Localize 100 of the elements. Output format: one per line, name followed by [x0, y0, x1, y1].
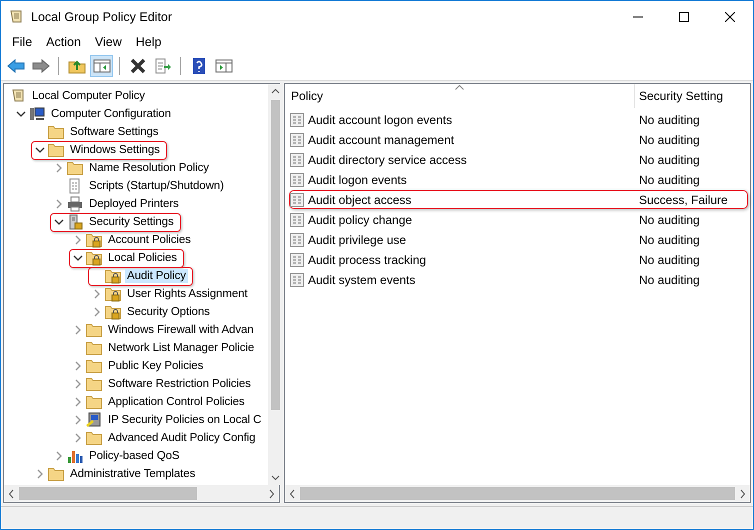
- tree-item[interactable]: Application Control Policies: [69, 392, 252, 412]
- policy-icon: [290, 192, 304, 206]
- policy-name: Audit logon events: [308, 172, 407, 186]
- security-setting: No auditing: [639, 212, 700, 226]
- locked-folder-icon: [105, 286, 121, 302]
- tree-item[interactable]: Policy-based QoS: [50, 446, 186, 466]
- tree-item[interactable]: Scripts (Startup/Shutdown): [50, 176, 231, 196]
- policy-name: Audit policy change: [308, 212, 412, 226]
- tree-item[interactable]: Security Options: [88, 302, 217, 322]
- tree-item[interactable]: User Rights Assignment: [88, 284, 255, 304]
- column-header[interactable]: Security Setting: [635, 84, 750, 108]
- tree-item[interactable]: Administrative Templates: [31, 464, 202, 484]
- tree-item[interactable]: Software Settings: [31, 122, 166, 142]
- policy-name: Audit directory service access: [308, 152, 467, 166]
- tree-item[interactable]: Local Policies: [69, 248, 184, 268]
- folder-icon: [48, 143, 64, 157]
- expanded-chevron-icon[interactable]: [16, 109, 26, 119]
- scroll-icon: [10, 88, 26, 104]
- policy-row[interactable]: Audit account logon events No auditing: [289, 110, 748, 129]
- folder-icon: [86, 395, 102, 409]
- collapsed-chevron-icon[interactable]: [54, 163, 64, 173]
- tree-item[interactable]: Name Resolution Policy: [50, 158, 216, 178]
- menu-item[interactable]: Help: [128, 35, 168, 49]
- maximize-icon: [679, 12, 689, 22]
- tree-item[interactable]: Windows Firewall with Advan: [69, 320, 261, 340]
- policy-name: Audit system events: [308, 272, 416, 286]
- policy-name: Audit privilege use: [308, 232, 406, 246]
- scroll-thumb[interactable]: [300, 487, 735, 500]
- tree-item[interactable]: Security Settings: [50, 212, 181, 232]
- printer-icon: [67, 196, 83, 212]
- tree-item[interactable]: Local Computer Policy: [9, 86, 152, 106]
- policy-icon: [290, 132, 304, 146]
- server-lock-icon: [67, 214, 83, 230]
- security-setting: No auditing: [639, 152, 700, 166]
- monitor-key-icon: [86, 412, 102, 428]
- policy-row[interactable]: Audit object access Success, Failure: [289, 190, 748, 209]
- policy-icon: [290, 152, 304, 166]
- security-setting: Success, Failure: [639, 192, 728, 206]
- folder-icon: [86, 377, 102, 391]
- collapsed-chevron-icon[interactable]: [73, 235, 83, 245]
- security-setting: No auditing: [639, 112, 700, 126]
- locked-folder-icon: [86, 250, 102, 266]
- policy-icon: [290, 212, 304, 226]
- tree-item[interactable]: Audit Policy: [88, 266, 193, 286]
- scroll-icon: [8, 8, 24, 24]
- expanded-chevron-icon[interactable]: [54, 217, 64, 227]
- folder-icon: [48, 125, 64, 139]
- folder-icon: [67, 161, 83, 175]
- collapsed-chevron-icon[interactable]: [54, 199, 64, 209]
- policy-row[interactable]: Audit logon events No auditing: [289, 170, 748, 189]
- folder-icon: [86, 341, 102, 355]
- horizontal-scrollbar[interactable]: [4, 485, 279, 502]
- policy-name: Audit account management: [308, 132, 454, 146]
- expanded-chevron-icon[interactable]: [73, 253, 83, 263]
- security-setting: No auditing: [639, 272, 700, 286]
- tree-item[interactable]: Windows Settings: [31, 140, 167, 160]
- policy-row[interactable]: Audit process tracking No auditing: [289, 250, 748, 269]
- horizontal-scrollbar[interactable]: [285, 485, 750, 502]
- bar-chart-icon: [67, 448, 83, 464]
- locked-folder-icon: [105, 304, 121, 320]
- tree-item[interactable]: Software Restriction Policies: [69, 374, 258, 394]
- security-setting: No auditing: [639, 232, 700, 246]
- security-setting: No auditing: [639, 132, 700, 146]
- column-header[interactable]: Policy: [285, 84, 635, 108]
- policy-row[interactable]: Audit privilege use No auditing: [289, 230, 748, 249]
- policy-icon: [290, 172, 304, 186]
- policy-icon: [290, 272, 304, 286]
- tree-item[interactable]: IP Security Policies on Local C: [69, 410, 268, 430]
- policy-name: Audit account logon events: [308, 112, 452, 126]
- folder-icon: [48, 467, 64, 481]
- scroll-thumb[interactable]: [271, 100, 280, 410]
- policy-row[interactable]: Audit account management No auditing: [289, 130, 748, 149]
- policy-row[interactable]: Audit policy change No auditing: [289, 210, 748, 229]
- policy-name: Audit process tracking: [308, 252, 426, 266]
- menu-item[interactable]: File: [5, 35, 40, 49]
- locked-folder-icon: [105, 268, 121, 284]
- folder-icon: [86, 431, 102, 445]
- window-title: Local Group Policy Editor: [31, 10, 172, 24]
- policy-icon: [290, 232, 304, 246]
- tree-item[interactable]: Network List Manager Policie: [69, 338, 262, 358]
- policy-name: Audit object access: [308, 192, 412, 206]
- policy-icon: [290, 252, 304, 266]
- show-tree-button[interactable]: [90, 55, 113, 77]
- tree-item[interactable]: Advanced Audit Policy Config: [69, 428, 262, 448]
- scroll-thumb[interactable]: [19, 487, 197, 500]
- locked-folder-icon: [86, 232, 102, 248]
- menu-item[interactable]: View: [88, 35, 129, 49]
- expanded-chevron-icon[interactable]: [35, 145, 45, 155]
- menu-item[interactable]: Action: [39, 35, 88, 49]
- policy-row[interactable]: Audit directory service access No auditing: [289, 150, 748, 169]
- tree-item[interactable]: Public Key Policies: [69, 356, 210, 376]
- policy-icon: [290, 112, 304, 126]
- folder-icon: [86, 323, 102, 337]
- tree-item[interactable]: Computer Configuration: [12, 104, 178, 124]
- tree-item[interactable]: Account Policies: [69, 230, 198, 250]
- security-setting: No auditing: [639, 252, 700, 266]
- policy-row[interactable]: Audit system events No auditing: [289, 270, 748, 289]
- security-setting: No auditing: [639, 172, 700, 186]
- folder-icon: [86, 359, 102, 373]
- tree-item[interactable]: Deployed Printers: [50, 194, 186, 214]
